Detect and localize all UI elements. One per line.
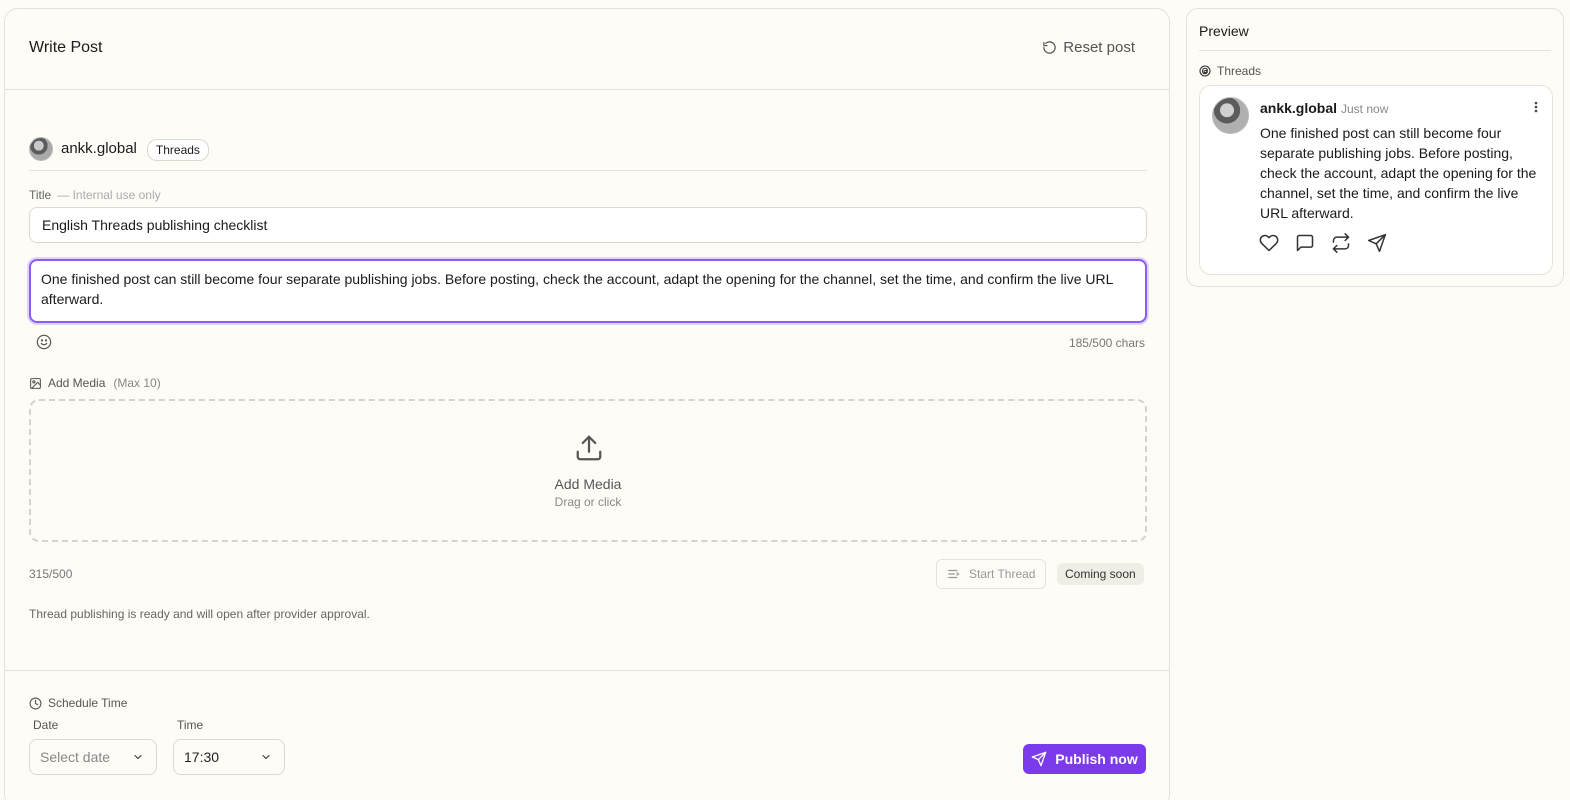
schedule-time-text: Schedule Time bbox=[48, 696, 128, 710]
time-label: Time bbox=[177, 718, 204, 732]
page-title: Write Post bbox=[29, 39, 103, 56]
thread-lines-icon bbox=[947, 567, 961, 581]
post-editor: Write Post Reset post ankk.global Thread… bbox=[4, 8, 1170, 800]
preview-actions bbox=[1259, 233, 1387, 253]
dropzone-subtitle: Drag or click bbox=[554, 495, 622, 509]
emoji-icon[interactable] bbox=[36, 334, 52, 350]
avatar bbox=[1212, 97, 1249, 134]
reset-post-button[interactable]: Reset post bbox=[1042, 39, 1135, 56]
publish-now-label: Publish now bbox=[1055, 751, 1138, 767]
thread-char-count: 315/500 bbox=[29, 567, 73, 581]
preview-title: Preview bbox=[1199, 23, 1249, 39]
coming-soon-badge: Coming soon bbox=[1057, 563, 1144, 585]
send-icon bbox=[1031, 751, 1047, 767]
preview-post-text: One finished post can still become four … bbox=[1260, 125, 1537, 221]
preview-account-name: ankk.global bbox=[1260, 100, 1338, 116]
char-count: 185/500 chars bbox=[1068, 336, 1145, 350]
add-media-text: Add Media bbox=[48, 376, 106, 390]
comment-icon[interactable] bbox=[1295, 233, 1315, 253]
date-select[interactable]: Select date bbox=[29, 739, 157, 775]
media-max: (Max 10) bbox=[113, 376, 161, 390]
heart-icon[interactable] bbox=[1259, 233, 1279, 253]
threads-logo-icon bbox=[1199, 65, 1211, 77]
start-thread-label: Start Thread bbox=[969, 567, 1036, 581]
image-icon bbox=[29, 377, 42, 390]
schedule-time-label: Schedule Time bbox=[29, 696, 127, 710]
title-hint: — Internal use only bbox=[57, 188, 161, 202]
reset-post-label: Reset post bbox=[1063, 39, 1135, 56]
preview-platform: Threads bbox=[1199, 64, 1261, 78]
title-label: Title — Internal use only bbox=[29, 188, 161, 202]
platform-badge: Threads bbox=[146, 139, 209, 161]
preview-timestamp: Just now bbox=[1341, 102, 1389, 116]
title-input[interactable]: English Threads publishing checklist bbox=[29, 207, 1147, 243]
add-media-label: Add Media (Max 10) bbox=[29, 376, 161, 390]
avatar bbox=[29, 137, 53, 161]
divider bbox=[1199, 50, 1551, 51]
account-row: ankk.global Threads bbox=[29, 137, 1147, 171]
time-select-value: 17:30 bbox=[184, 749, 220, 765]
chevron-down-icon bbox=[132, 751, 144, 763]
more-vertical-icon[interactable] bbox=[1534, 101, 1538, 113]
start-thread-button[interactable]: Start Thread bbox=[936, 559, 1047, 589]
preview-panel: Preview Threads ankk.global Just now One… bbox=[1186, 8, 1564, 287]
clock-icon bbox=[29, 697, 42, 710]
media-dropzone[interactable]: Add Media Drag or click bbox=[29, 399, 1147, 542]
repost-icon[interactable] bbox=[1331, 233, 1351, 253]
chevron-down-icon bbox=[260, 751, 272, 763]
date-label: Date bbox=[33, 718, 59, 732]
thread-note: Thread publishing is ready and will open… bbox=[29, 607, 370, 621]
title-label-text: Title bbox=[29, 188, 52, 202]
time-select[interactable]: 17:30 bbox=[173, 739, 285, 775]
share-icon[interactable] bbox=[1367, 233, 1387, 253]
preview-post-card: ankk.global Just now One finished post c… bbox=[1199, 85, 1553, 275]
account-name: ankk.global bbox=[61, 140, 137, 157]
reset-icon bbox=[1042, 40, 1057, 55]
dropzone-title: Add Media bbox=[554, 476, 622, 492]
post-body-textarea[interactable]: One finished post can still become four … bbox=[29, 259, 1147, 323]
divider bbox=[5, 670, 1169, 671]
preview-platform-label: Threads bbox=[1217, 64, 1262, 78]
date-select-value: Select date bbox=[40, 749, 111, 765]
editor-header: Write Post Reset post bbox=[5, 9, 1169, 90]
upload-icon bbox=[574, 433, 604, 463]
publish-now-button[interactable]: Publish now bbox=[1023, 744, 1146, 774]
